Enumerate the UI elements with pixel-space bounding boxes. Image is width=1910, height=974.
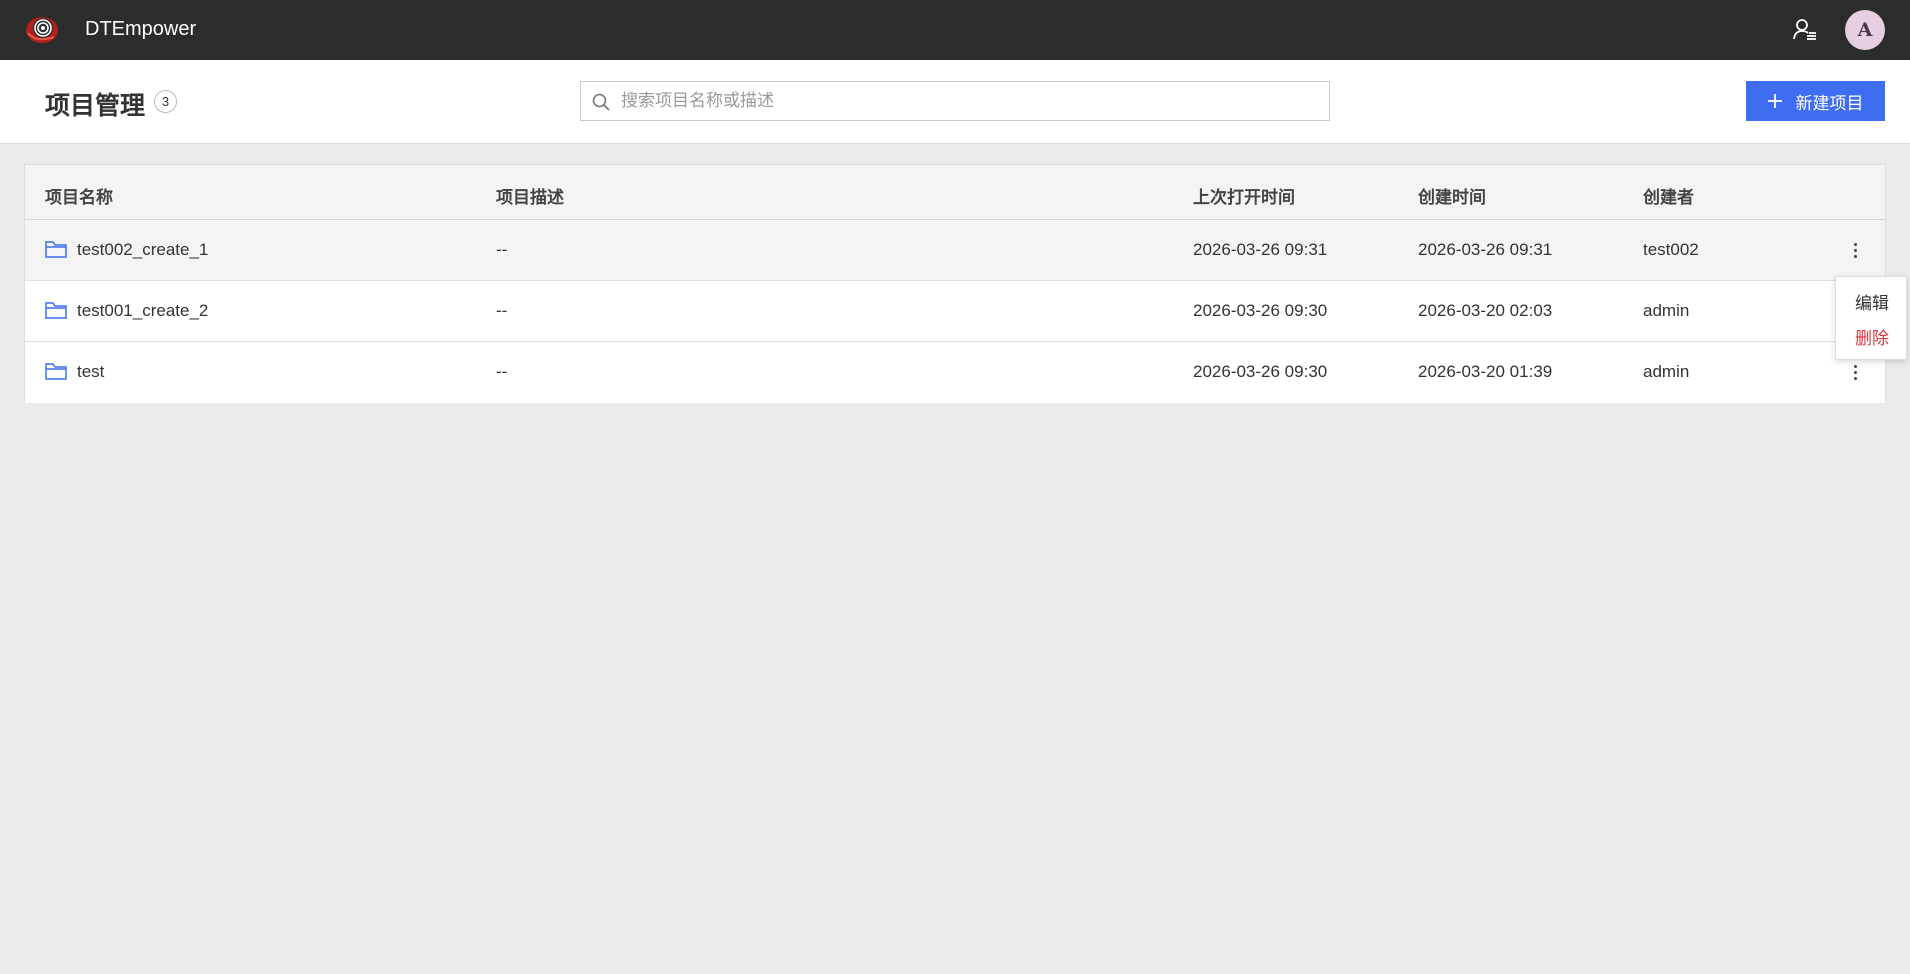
folder-icon xyxy=(45,302,67,319)
page-title: 项目管理 xyxy=(45,92,146,120)
last-opened-time: 2026-03-26 09:31 xyxy=(1193,240,1328,259)
top-navigation-bar: DTEmpower A xyxy=(0,0,1910,60)
column-header-name[interactable]: 项目名称 xyxy=(45,183,113,208)
menu-item-edit[interactable]: 编辑 xyxy=(1855,289,1889,314)
page-header: 项目管理 3 新建项目 xyxy=(0,60,1910,144)
folder-icon xyxy=(45,241,67,258)
last-opened-time: 2026-03-26 09:30 xyxy=(1193,362,1328,381)
user-list-icon[interactable] xyxy=(1792,17,1818,43)
app-logo-icon[interactable] xyxy=(24,13,62,47)
table-row[interactable]: test -- 2026-03-26 09:30 2026-03-20 01:3… xyxy=(25,342,1885,403)
user-avatar[interactable]: A xyxy=(1845,10,1885,50)
menu-item-delete[interactable]: 删除 xyxy=(1855,324,1889,349)
created-time: 2026-03-26 09:31 xyxy=(1418,240,1553,259)
search-box[interactable] xyxy=(580,81,1330,121)
project-desc: -- xyxy=(496,240,508,259)
new-project-button[interactable]: 新建项目 xyxy=(1746,81,1885,121)
creator: admin xyxy=(1643,301,1690,320)
table-header: 项目名称 项目描述 上次打开时间 创建时间 创建者 xyxy=(25,165,1885,220)
table-row[interactable]: test002_create_1 -- 2026-03-26 09:31 202… xyxy=(25,220,1885,281)
creator: admin xyxy=(1643,362,1690,381)
column-header-last-opened[interactable]: 上次打开时间 xyxy=(1193,183,1295,208)
more-vertical-icon[interactable] xyxy=(1849,238,1861,262)
app-title: DTEmpower xyxy=(85,18,197,40)
folder-icon xyxy=(45,363,67,380)
search-input[interactable] xyxy=(621,82,1321,120)
project-table: 项目名称 项目描述 上次打开时间 创建时间 创建者 test002_create… xyxy=(24,164,1886,403)
project-name[interactable]: test002_create_1 xyxy=(77,240,208,260)
created-time: 2026-03-20 01:39 xyxy=(1418,362,1553,381)
last-opened-time: 2026-03-26 09:30 xyxy=(1193,301,1328,320)
search-icon xyxy=(592,93,610,111)
created-time: 2026-03-20 02:03 xyxy=(1418,301,1553,320)
creator: test002 xyxy=(1643,240,1699,259)
project-desc: -- xyxy=(496,301,508,320)
more-vertical-icon[interactable] xyxy=(1849,360,1861,384)
project-name[interactable]: test xyxy=(77,362,104,382)
column-header-desc[interactable]: 项目描述 xyxy=(496,183,564,208)
table-row[interactable]: test001_create_2 -- 2026-03-26 09:30 202… xyxy=(25,281,1885,342)
row-actions-menu: 编辑 删除 xyxy=(1835,276,1907,360)
project-name[interactable]: test001_create_2 xyxy=(77,301,208,321)
column-header-created[interactable]: 创建时间 xyxy=(1418,183,1486,208)
plus-icon xyxy=(1767,94,1782,108)
project-desc: -- xyxy=(496,362,508,381)
new-project-label: 新建项目 xyxy=(1795,93,1864,113)
column-header-creator[interactable]: 创建者 xyxy=(1643,183,1694,208)
project-count-badge: 3 xyxy=(154,90,177,113)
